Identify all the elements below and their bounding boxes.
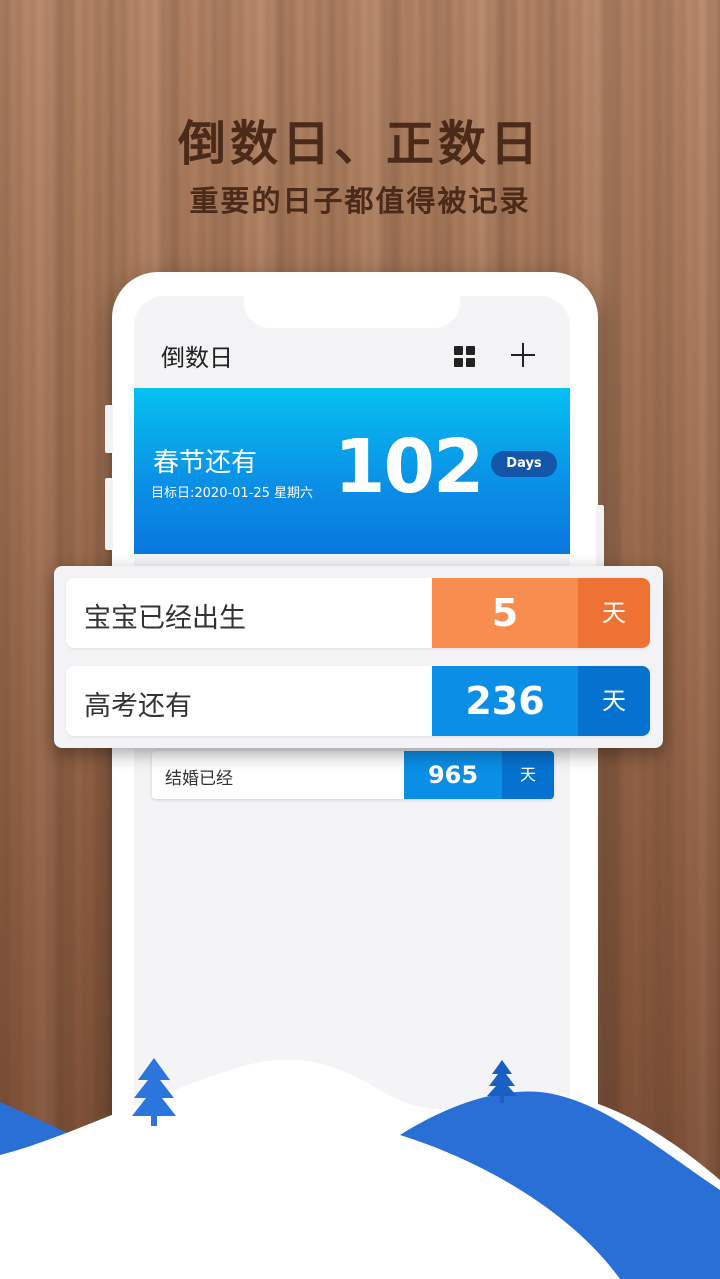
add-event-icon[interactable] — [510, 342, 536, 368]
list-item-number: 965 — [404, 751, 502, 799]
list-item-unit: 天 — [578, 666, 650, 736]
hero-title: 倒数日、正数日 — [177, 116, 542, 172]
banner-event-label: 春节还有 — [153, 448, 258, 478]
list-item-number: 236 — [432, 666, 578, 736]
banner-target-date: 目标日:2020-01-25 星期六 — [151, 486, 314, 501]
days-unit-badge: Days — [491, 451, 557, 477]
phone-power-button — [596, 505, 604, 567]
list-item[interactable]: 结婚已经 965 天 — [152, 751, 554, 799]
list-item-label: 宝宝已经出生 — [84, 603, 246, 634]
list-item-label: 结婚已经 — [165, 769, 233, 789]
hero-subtitle: 重要的日子都值得被记录 — [189, 184, 531, 218]
snowy-hills-decoration — [0, 1058, 720, 1279]
phone-volume-button — [105, 478, 113, 550]
app-title: 倒数日 — [161, 344, 233, 372]
list-item-number: 5 — [432, 578, 578, 648]
list-item-unit: 天 — [578, 578, 650, 648]
list-item-unit: 天 — [502, 751, 554, 799]
list-item-label: 高考还有 — [84, 691, 192, 722]
phone-notch — [244, 296, 460, 328]
list-item[interactable]: 宝宝已经出生 5 天 — [66, 578, 650, 648]
highlighted-list-card: 宝宝已经出生 5 天 高考还有 236 天 — [54, 566, 663, 748]
list-item[interactable]: 高考还有 236 天 — [66, 666, 650, 736]
featured-countdown-banner[interactable]: 春节还有 目标日:2020-01-25 星期六 102 Days — [134, 388, 570, 554]
banner-day-count: 102 — [334, 424, 484, 510]
grid-view-icon[interactable] — [454, 346, 476, 368]
phone-volume-button — [105, 405, 113, 453]
